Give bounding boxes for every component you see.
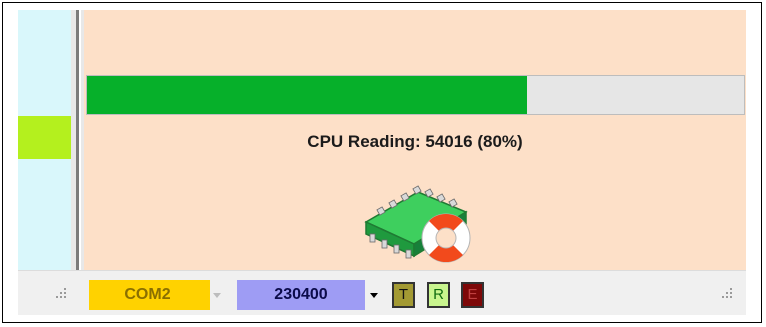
baud-dropdown-arrow-icon[interactable]: [370, 293, 378, 298]
cpu-progress-bar: [86, 75, 745, 115]
cpu-reading-label: CPU Reading: 54016 (80%): [307, 132, 523, 151]
status-bar: COM2 230400 T R E: [18, 270, 746, 315]
chip-lifebuoy-icon: [364, 185, 471, 263]
rx-indicator: R: [427, 282, 450, 308]
main-panel: CPU Reading: 54016 (80%): [84, 10, 746, 270]
error-indicator: E: [461, 282, 484, 308]
left-resize-grip-icon[interactable]: [54, 286, 68, 300]
tx-indicator: T: [392, 282, 415, 308]
baud-rate-selector[interactable]: 230400: [237, 280, 365, 310]
right-resize-grip-icon[interactable]: [720, 286, 734, 300]
cpu-progress-fill: [87, 76, 528, 114]
com-port-dropdown-arrow-icon[interactable]: [213, 293, 221, 298]
left-status-swatch: [18, 116, 71, 159]
com-port-selector[interactable]: COM2: [89, 280, 210, 310]
